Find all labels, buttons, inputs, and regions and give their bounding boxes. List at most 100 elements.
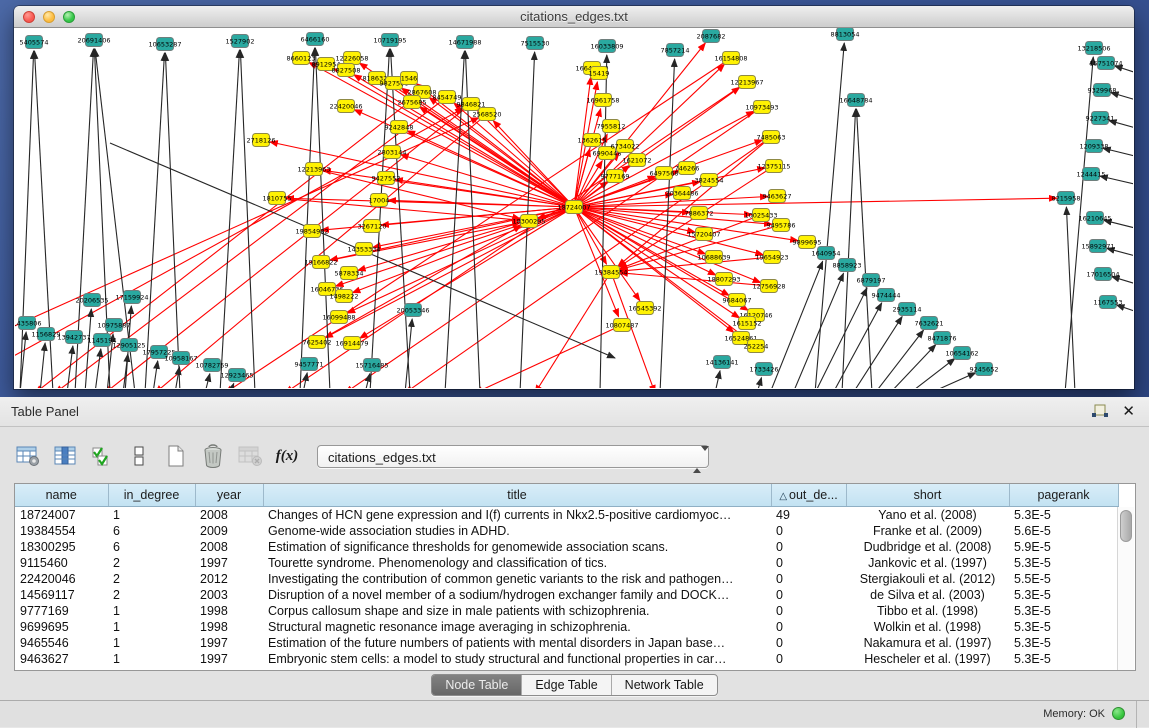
network-node[interactable]: 13942737 [57,331,90,344]
network-node[interactable]: 6466160 [301,33,330,46]
network-node[interactable]: 8827508 [332,64,361,77]
network-node[interactable]: 10975887 [97,319,130,332]
network-node[interactable]: 14353334 [347,243,380,256]
network-node[interactable]: 1435806 [15,317,41,330]
network-node[interactable]: 7515530 [521,37,550,50]
network-node[interactable]: 20691406 [77,34,110,47]
network-node[interactable]: 12905125 [112,339,145,352]
network-node[interactable]: 1527902 [226,35,255,48]
network-node[interactable]: 1546 [401,72,418,85]
column-header-in-degree[interactable]: in_degree [108,484,195,506]
table-row[interactable]: 946554611997Estimation of the future num… [15,635,1118,651]
network-node[interactable]: 1167553 [1094,296,1123,309]
network-node[interactable]: 19654923 [755,251,788,264]
network-canvas[interactable]: 1872400718300295193845548660123891295412… [15,28,1133,388]
network-node[interactable]: 1733426 [750,363,779,376]
network-node[interactable]: 9684067 [723,294,752,307]
network-node[interactable]: 15892971 [1081,240,1114,253]
tab-network-table[interactable]: Network Table [612,675,717,695]
network-node[interactable]: 10807487 [605,319,638,332]
network-node[interactable]: 1156829 [32,328,61,341]
network-node[interactable]: 12213963 [297,163,330,176]
network-node[interactable]: 9777169 [601,170,630,183]
network-node[interactable]: 3267120 [358,220,387,233]
network-node[interactable]: 9899695 [793,236,822,249]
network-node[interactable]: 8858923 [833,259,862,272]
row-selection-icon[interactable] [89,443,115,469]
network-node[interactable]: 10653287 [148,38,181,51]
network-node[interactable]: 2718126 [247,134,276,147]
network-node[interactable]: 9457771 [295,358,324,371]
network-node[interactable]: 10719195 [373,34,406,47]
table-settings-icon[interactable] [15,443,41,469]
network-node[interactable]: 7886372 [685,207,714,220]
network-node[interactable]: 16961758 [586,94,619,107]
column-chooser-icon[interactable] [52,443,78,469]
table-source-select[interactable]: citations_edges.txt [317,445,709,468]
network-node[interactable]: 9474444 [872,289,901,302]
delete-table-icon[interactable] [200,443,226,469]
close-panel-icon[interactable]: ✕ [1122,402,1135,420]
network-node[interactable]: 20364486 [665,187,698,200]
tab-edge-table[interactable]: Edge Table [522,675,611,695]
network-node[interactable]: 14671988 [448,36,481,49]
float-panel-icon[interactable] [1091,403,1109,421]
close-window-button[interactable] [23,11,35,23]
network-node[interactable]: 16033809 [590,40,623,53]
table-scrollbar[interactable] [1117,507,1134,670]
minimize-window-button[interactable] [43,11,55,23]
network-node[interactable]: 19166822 [304,256,337,269]
rows-icon[interactable] [126,443,152,469]
network-node[interactable]: 8215958 [1052,192,1081,205]
column-header-name[interactable]: name [15,484,108,506]
table-row[interactable]: 1872400712008Changes of HCN gene express… [15,506,1118,523]
network-node[interactable]: 2675685 [398,96,427,109]
network-node[interactable]: 13218506 [1077,42,1110,55]
network-node[interactable]: 12375115 [757,160,790,173]
network-node[interactable]: 20206535 [75,294,108,307]
scrollbar-thumb[interactable] [1120,510,1132,542]
table-row[interactable]: 969969511998Structural magnetic resonanc… [15,619,1118,635]
network-node[interactable]: 15720407 [687,228,720,241]
network-node[interactable]: 7632621 [915,317,944,330]
network-node[interactable]: 17004 [369,194,390,207]
network-node[interactable]: 9463627 [763,190,792,203]
tab-node-table[interactable]: Node Table [432,675,522,695]
network-node[interactable]: 12923465 [220,369,253,382]
window-titlebar[interactable]: citations_edges.txt [14,6,1134,28]
network-node[interactable]: 9329968 [1088,84,1117,97]
table-row[interactable]: 1938455462009Genome-wide association stu… [15,523,1118,539]
table-row[interactable]: 2242004622012Investigating the contribut… [15,571,1118,587]
network-node[interactable]: 8471876 [928,332,957,345]
network-node[interactable]: 5405574 [20,36,49,49]
table-row[interactable]: 1456911722003Disruption of a novel membe… [15,587,1118,603]
network-node[interactable]: 2935114 [893,303,922,316]
network-node[interactable]: 7625402 [303,336,332,349]
network-node[interactable]: 2087682 [697,30,726,43]
network-node[interactable]: 10973493 [745,101,778,114]
network-node[interactable]: 1810755 [263,192,292,205]
network-node[interactable]: 10782759 [195,359,228,372]
network-node[interactable]: 10654162 [945,347,978,360]
network-node[interactable]: 15419 [589,67,610,80]
network-node[interactable]: 16154808 [714,52,747,65]
column-header-year[interactable]: year [195,484,263,506]
table-row[interactable]: 977716911998Corpus callosum shape and si… [15,603,1118,619]
network-node[interactable]: 1640954 [812,247,841,260]
network-node[interactable]: 16648784 [839,94,872,107]
network-node[interactable]: 9495786 [767,219,796,232]
network-node[interactable]: 16914479 [335,337,368,350]
network-node[interactable]: 8813054 [831,28,860,41]
network-node[interactable]: 252254 [744,340,769,353]
zoom-window-button[interactable] [63,11,75,23]
network-node[interactable]: 17016504 [1086,268,1119,281]
network-node[interactable]: 15751074 [1089,57,1122,70]
network-node[interactable]: 14136141 [705,356,738,369]
network-node[interactable]: 5878334 [335,267,364,280]
network-node[interactable]: 12756928 [752,280,785,293]
network-node[interactable]: 9227341 [1086,112,1115,125]
network-node[interactable]: 746266 [675,162,700,175]
column-header-title[interactable]: title [263,484,771,506]
column-header-short[interactable]: short [846,484,1009,506]
network-node[interactable]: 9427552 [372,172,401,185]
